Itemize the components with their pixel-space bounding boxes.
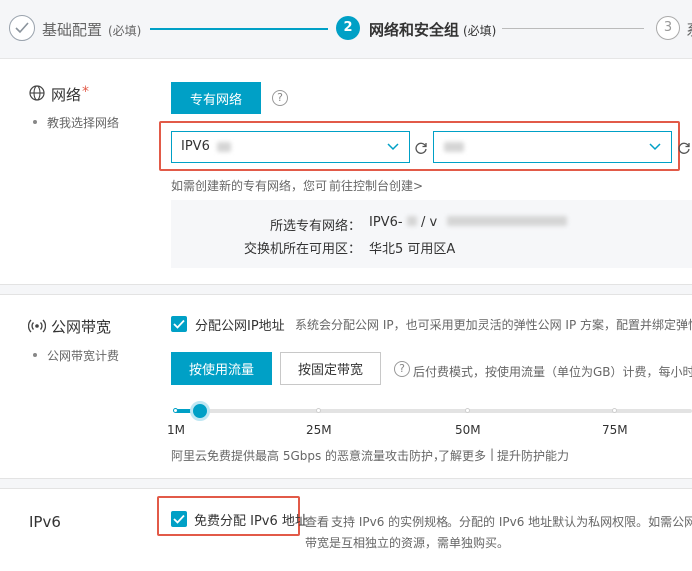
- redacted-text: [447, 216, 567, 226]
- ipv6-instance-types-link[interactable]: 支持 IPv6 的实例规格: [331, 513, 448, 530]
- bullet: [33, 120, 37, 124]
- ipv6-desc-line2: 带宽是互相独立的资源，需单独购买。: [305, 536, 510, 550]
- step2-number: 2: [336, 16, 360, 40]
- assign-public-ip-checkbox[interactable]: [171, 316, 187, 332]
- slider-tick: [612, 408, 617, 413]
- step1-check-icon[interactable]: [9, 15, 35, 41]
- vswitch-select[interactable]: [433, 131, 672, 163]
- learn-more-link[interactable]: 了解更多: [438, 447, 486, 464]
- bandwidth-title: 公网带宽: [51, 318, 112, 336]
- selected-vpc-separator: / v: [421, 215, 438, 230]
- assign-public-ip-label[interactable]: 分配公网IP地址: [195, 315, 285, 334]
- divider: [0, 294, 692, 295]
- pay-by-bandwidth-button[interactable]: 按固定带宽: [280, 352, 381, 385]
- bind-eip-link[interactable]: 绑定弹性: [652, 316, 692, 333]
- link-separator: |: [490, 447, 495, 461]
- required-mark: *: [82, 84, 89, 100]
- redacted-text: [407, 216, 417, 226]
- redacted-text: [217, 142, 231, 152]
- bandwidth-slider-handle[interactable]: [190, 401, 210, 421]
- help-icon[interactable]: ?: [272, 90, 288, 106]
- ipv6-desc-rest: 。分配的 IPv6 地址默认为私网权限。如需公网访: [447, 515, 692, 529]
- section-gap: [0, 479, 692, 488]
- network-help-link[interactable]: 教我选择网络: [47, 114, 119, 131]
- step1-required: (必填): [108, 24, 142, 38]
- step2-connector: [502, 28, 644, 29]
- help-icon[interactable]: ?: [394, 361, 410, 377]
- slider-tick: [316, 408, 321, 413]
- vpc-button[interactable]: 专有网络: [171, 82, 261, 114]
- vpc-select-value: IPV6: [181, 139, 210, 154]
- chevron-down-icon: [649, 143, 661, 151]
- refresh-icon[interactable]: [414, 140, 428, 154]
- network-title: 网络: [51, 86, 82, 104]
- vpc-info-box: 所选专有网络： IPV6- / v 交换机所在可用区： 华北5 可用区A: [171, 200, 692, 268]
- step1-title[interactable]: 基础配置: [42, 19, 102, 40]
- assign-ipv6-label[interactable]: 免费分配 IPv6 地址: [194, 510, 308, 529]
- step3-number[interactable]: 3: [656, 16, 680, 40]
- slider-tick: [465, 408, 470, 413]
- refresh-icon[interactable]: [677, 140, 691, 154]
- globe-icon: [29, 85, 45, 101]
- ddos-desc: 阿里云免费提供最高 5Gbps 的恶意流量攻击防护，: [171, 449, 446, 463]
- chevron-down-icon: [387, 143, 399, 151]
- step2-title: 网络和安全组: [369, 21, 460, 39]
- step3-title[interactable]: 系: [686, 19, 692, 40]
- vpc-hint-text: 如需创建新的专有网络，您可: [171, 179, 328, 193]
- slider-tick-label: 75M: [602, 423, 628, 437]
- slider-tick-label: 25M: [306, 423, 332, 437]
- divider: [0, 488, 692, 489]
- slider-min-label: 1M: [167, 423, 185, 437]
- assign-ipv6-checkbox[interactable]: [171, 511, 187, 527]
- slider-tick-label: 50M: [455, 423, 481, 437]
- billing-desc: 后付费模式，按使用流量（单位为GB）计费，每小时: [413, 365, 692, 379]
- wizard-steps: 基础配置 (必填) 2 网络和安全组 (必填) 3 系: [0, 0, 692, 59]
- zone-value: 华北5 可用区A: [369, 242, 456, 257]
- section-gap: [0, 285, 692, 294]
- bandwidth-help-link[interactable]: 公网带宽计费: [47, 347, 119, 364]
- zone-label: 交换机所在可用区：: [243, 242, 361, 257]
- broadcast-icon: [27, 318, 47, 333]
- step1-connector: [150, 28, 328, 30]
- redacted-text: [444, 142, 464, 152]
- bullet: [33, 353, 37, 357]
- assign-ip-desc: 系统会分配公网 IP，也可采用更加灵活的弹性公网 IP 方案，配置并: [295, 318, 652, 332]
- ipv6-title: IPv6: [29, 513, 61, 531]
- selected-vpc-value: IPV6-: [369, 215, 403, 230]
- slider-tick: [173, 408, 178, 413]
- step2-required: (必填): [463, 24, 497, 38]
- create-vpc-link[interactable]: 前往控制台创建>: [329, 177, 423, 194]
- pay-by-traffic-button[interactable]: 按使用流量: [171, 352, 272, 385]
- ipv6-desc-prefix: 查看: [305, 515, 330, 529]
- upgrade-protection-link[interactable]: 提升防护能力: [497, 447, 569, 464]
- vpc-select[interactable]: IPV6: [171, 131, 410, 163]
- selected-vpc-label: 所选专有网络：: [269, 219, 361, 234]
